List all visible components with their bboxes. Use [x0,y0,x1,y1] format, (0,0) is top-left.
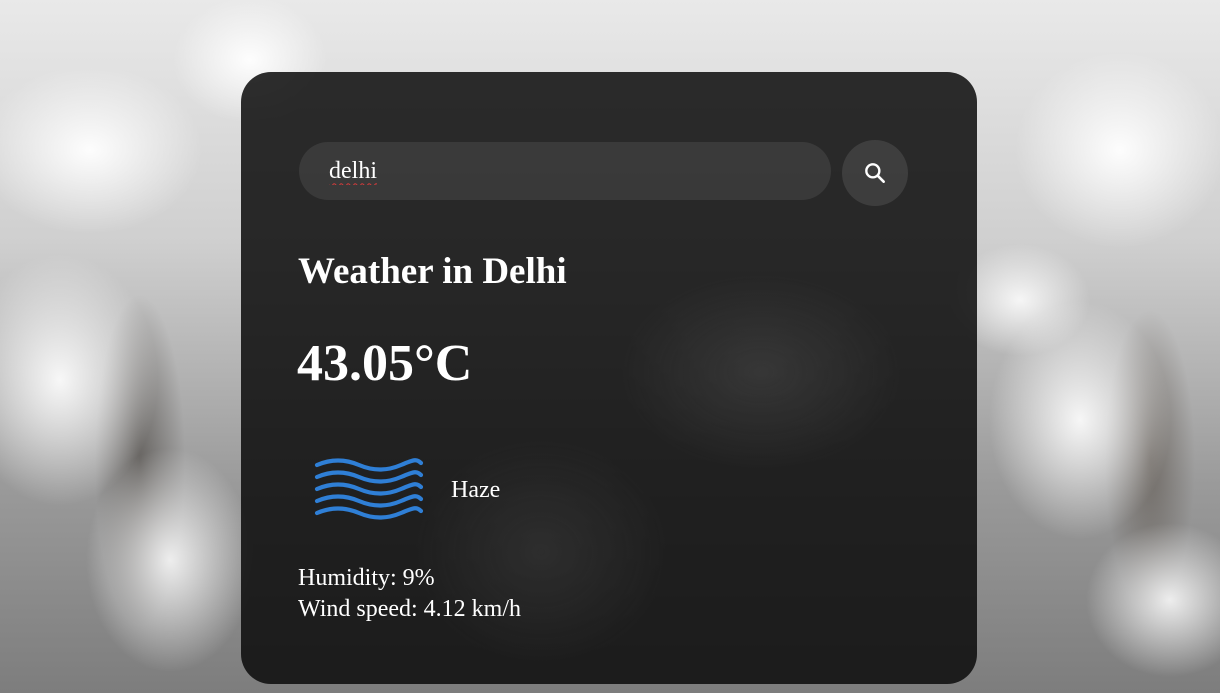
humidity-text: Humidity: 9% [298,565,435,591]
search-icon [865,163,885,183]
search-input[interactable] [299,142,831,200]
city-title: Weather in Delhi [298,251,567,292]
haze-icon [314,458,424,520]
search-button[interactable] [842,140,908,206]
condition-label: Haze [451,477,501,503]
temperature: 43.05°C [297,335,473,392]
weather-card: Weather in Delhi 43.05°C Haze Humidity: … [241,72,977,684]
search-bar [299,140,909,206]
wind-speed-text: Wind speed: 4.12 km/h [298,596,522,622]
